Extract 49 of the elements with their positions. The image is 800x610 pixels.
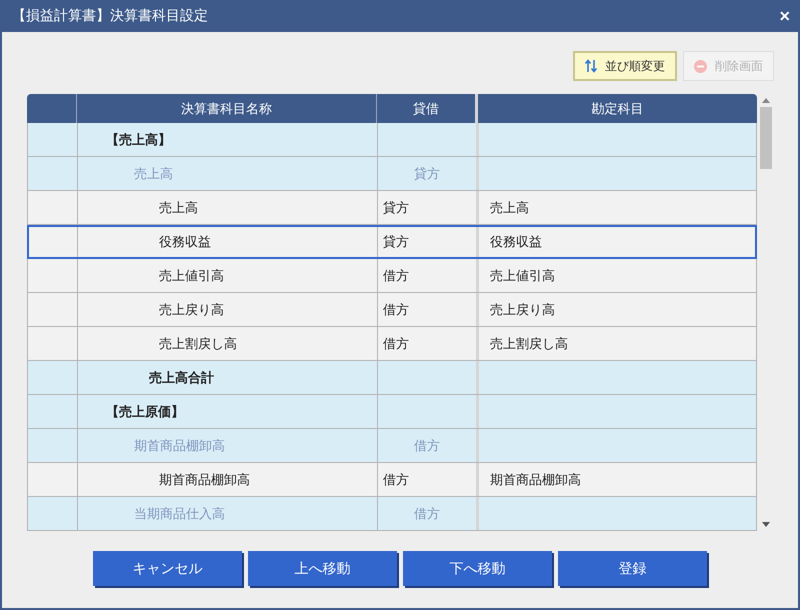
account-title-text: 当期商品仕入高 <box>134 506 225 522</box>
table-row[interactable]: 期首商品棚卸高 借方 期首商品棚卸高 <box>27 463 757 497</box>
scroll-down-icon[interactable] <box>762 522 770 527</box>
debit-credit-text: 借方 <box>383 472 409 488</box>
account-title-text: 売上高 <box>134 166 173 182</box>
action-button[interactable]: 登録 <box>558 551 707 586</box>
table-row[interactable]: 売上高 貸方 売上高 <box>27 191 757 225</box>
debit-credit-text: 借方 <box>414 438 440 454</box>
close-button[interactable]: × <box>775 6 794 26</box>
account-title-text: 売上戻り高 <box>159 302 224 318</box>
account-title-text: 期首商品棚卸高 <box>159 472 250 488</box>
table-row[interactable]: 役務収益 貸方 役務収益 <box>27 225 757 259</box>
debit-credit-text: 借方 <box>383 268 409 284</box>
table-row[interactable]: 【売上高】 <box>27 123 757 157</box>
account-title-text: 役務収益 <box>159 234 211 250</box>
action-button[interactable]: キャンセル <box>93 551 242 586</box>
sort-arrows-icon <box>585 59 597 73</box>
ledger-account-text: 売上高 <box>490 200 529 216</box>
ledger-account-text: 売上戻り高 <box>490 302 555 318</box>
account-title-text: 【売上原価】 <box>106 404 184 420</box>
account-title-text: 売上値引高 <box>159 268 224 284</box>
sort-order-button[interactable]: 並び順変更 <box>573 51 677 81</box>
ledger-account-text: 期首商品棚卸高 <box>490 472 581 488</box>
action-button[interactable]: 下へ移動 <box>403 551 552 586</box>
table-row[interactable]: 売上値引高 借方 売上値引高 <box>27 259 757 293</box>
ledger-account-text: 役務収益 <box>490 234 542 250</box>
account-title-text: 売上高 <box>159 200 198 216</box>
account-title-text: 売上割戻し高 <box>159 336 237 352</box>
account-title-text: 期首商品棚卸高 <box>134 438 225 454</box>
debit-credit-text: 借方 <box>414 506 440 522</box>
scroll-up-icon[interactable] <box>762 98 770 103</box>
account-title-text: 【売上高】 <box>106 132 171 148</box>
ledger-account-text: 売上割戻し高 <box>490 336 568 352</box>
minus-circle-icon <box>694 60 707 72</box>
table-row[interactable]: 売上高合計 <box>27 361 757 395</box>
debit-credit-text: 借方 <box>383 336 409 352</box>
ledger-account-text: 売上値引高 <box>490 268 555 284</box>
debit-credit-text: 借方 <box>383 302 409 318</box>
table-row[interactable]: 売上戻り高 借方 売上戻り高 <box>27 293 757 327</box>
account-title-text: 売上高合計 <box>149 370 214 386</box>
debit-credit-text: 貸方 <box>414 166 440 182</box>
table-row[interactable]: 【売上原価】 <box>27 395 757 429</box>
debit-credit-text: 貸方 <box>383 200 409 216</box>
scroll-thumb[interactable] <box>760 107 772 169</box>
debit-credit-text: 貸方 <box>383 234 409 250</box>
action-button[interactable]: 上へ移動 <box>248 551 397 586</box>
window-title: 【損益計算書】決算書科目設定 <box>12 7 208 25</box>
column-header: 勘定科目 <box>590 100 644 118</box>
table-row[interactable]: 売上割戻し高 借方 売上割戻し高 <box>27 327 757 361</box>
